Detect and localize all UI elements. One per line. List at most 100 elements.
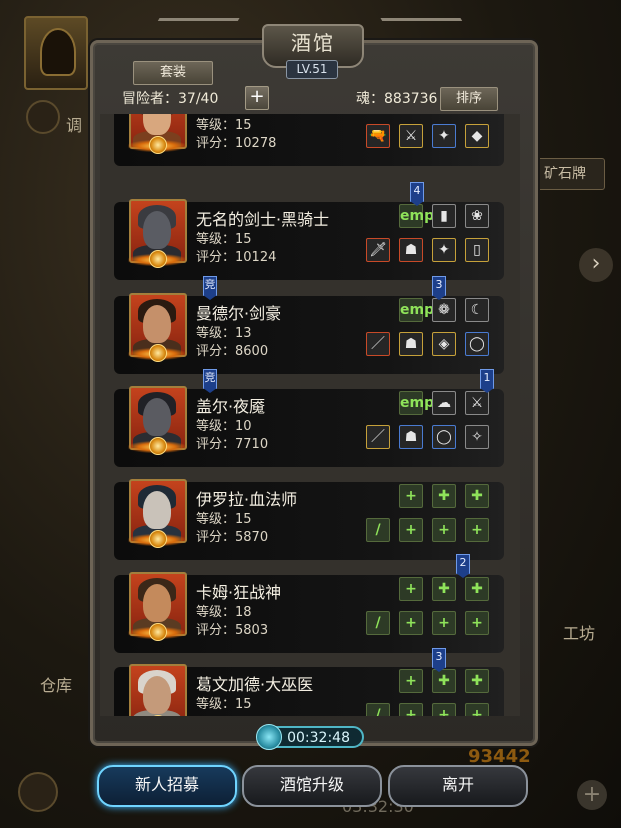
equip-slot-bottom[interactable]: + [399, 518, 423, 542]
rank-gem-icon [149, 530, 167, 548]
equip-slot-top[interactable]: ☾ [465, 298, 489, 322]
warehouse-label[interactable]: 仓库 [40, 672, 72, 696]
equip-slot-top[interactable]: empty [399, 391, 450, 415]
rank-gem-icon [149, 623, 167, 641]
tavern-timer: 00:32:48 [256, 724, 364, 750]
rank-gem-icon [149, 344, 167, 362]
equip-slot-bottom[interactable]: + [399, 611, 423, 635]
equip-slot-bottom[interactable]: + [432, 518, 456, 542]
equip-slot-bottom[interactable]: 🗡 [366, 238, 390, 262]
hero-name: 盖尔·夜魇 [196, 397, 266, 416]
hero-level: 等级：15 [196, 697, 252, 712]
page-title: 酒馆 [291, 31, 335, 55]
sort-button[interactable]: 排序 [440, 87, 498, 111]
add-adventurer-button[interactable]: + [245, 86, 269, 110]
hero-portrait [129, 664, 187, 716]
hero-card[interactable]: 盖尔·夜魇 等级：10 评分：7710 empty ☁ ⚔ ／ ☗ ◯ ✧ [114, 386, 504, 467]
equip-slot-top[interactable]: ☁ [432, 391, 456, 415]
equip-slot-top[interactable]: empty [399, 204, 450, 228]
equip-slot-top[interactable]: ✚ [465, 484, 489, 508]
equip-slot-top[interactable]: ⚔ [465, 391, 489, 415]
equip-slot-bottom[interactable]: ⚔ [399, 124, 423, 148]
link-marker-flag: 竞 [203, 369, 217, 393]
equip-slot-bottom[interactable]: + [399, 703, 423, 716]
hero-level: 等级：15 [196, 118, 252, 133]
link-marker-flag: 3 [432, 648, 446, 672]
equip-slot-top[interactable]: ✚ [465, 577, 489, 601]
workshop-label[interactable]: 工坊 [563, 620, 595, 644]
equip-slot-bottom[interactable]: ✦ [432, 238, 456, 262]
settings-gear-icon[interactable] [18, 772, 58, 812]
hero-score: 评分：10278 [196, 136, 277, 151]
hero-level: 等级：15 [196, 512, 252, 527]
rank-gem-icon [149, 136, 167, 154]
equip-slot-bottom[interactable]: ☗ [399, 238, 423, 262]
leave-button[interactable]: 离开 [388, 765, 528, 807]
equip-slot-bottom[interactable]: / [366, 518, 390, 542]
hero-score: 评分：8600 [196, 344, 269, 359]
portrait-face [143, 584, 171, 622]
hero-card[interactable]: 曼德尔·剑豪 等级：13 评分：8600 empty ❁ ☾ ／ ☗ ◈ ◯ [114, 293, 504, 374]
timer-value: 00:32:48 [287, 730, 350, 746]
portrait-face [143, 491, 171, 529]
equip-slot-bottom[interactable]: + [432, 703, 456, 716]
hero-card[interactable]: 菲比·传奇猎人等级：15评分：10278empty🏹🏹🔫⚔✦◆ [114, 114, 504, 166]
equip-slot-bottom[interactable]: + [432, 611, 456, 635]
equip-slot-top[interactable]: + [399, 577, 423, 601]
equip-slot-bottom[interactable]: ／ [366, 425, 390, 449]
equip-slot-top[interactable]: + [399, 484, 423, 508]
link-marker-flag: 竞 [203, 276, 217, 300]
equip-slot-bottom[interactable]: ☗ [399, 425, 423, 449]
link-marker-flag: 3 [432, 276, 446, 300]
equip-slot-bottom[interactable]: ◯ [465, 332, 489, 356]
hero-name: 无名的剑士·黑骑士 [196, 210, 330, 229]
equip-slot-bottom[interactable]: / [366, 703, 390, 716]
tavern-level-badge: LV.51 [286, 60, 338, 79]
rank-gem-icon [149, 437, 167, 455]
background-plus-icon[interactable]: + [577, 780, 607, 810]
equip-slot-top[interactable]: + [399, 669, 423, 693]
portrait-face [143, 676, 171, 714]
hero-card[interactable]: 伊罗拉·血法师 等级：15 评分：5870 + ✚ ✚ / + + + [114, 479, 504, 560]
hero-score: 评分：10124 [196, 250, 277, 265]
equip-slot-top[interactable]: empty [399, 298, 450, 322]
tavern-upgrade-button[interactable]: 酒馆升级 [242, 765, 382, 807]
adventurer-count: 冒险者：37/40 [122, 91, 219, 107]
equip-slot-top[interactable]: ✚ [432, 669, 456, 693]
equip-slot-top[interactable]: ✚ [432, 484, 456, 508]
equip-slot-bottom[interactable]: / [366, 611, 390, 635]
equip-slot-top[interactable]: ❀ [465, 204, 489, 228]
equip-slot-top[interactable]: ❁ [432, 298, 456, 322]
equip-slot-bottom[interactable]: ✦ [432, 124, 456, 148]
equip-slot-bottom[interactable]: ▯ [465, 238, 489, 262]
equip-slot-bottom[interactable]: 🔫 [366, 124, 390, 148]
hero-card[interactable]: 无名的剑士·黑骑士 等级：15 评分：10124 empty ▮ ❀ 🗡 ☗ ✦ ▯ [114, 199, 504, 280]
hero-card[interactable]: 葛文加德·大巫医等级：15 + ✚ ✚ / + + + [114, 664, 504, 716]
equip-slot-bottom[interactable]: + [465, 703, 489, 716]
equip-slot-top[interactable]: ✚ [432, 577, 456, 601]
equip-slot-bottom[interactable]: + [465, 611, 489, 635]
equip-slot-bottom[interactable]: ☗ [399, 332, 423, 356]
background-left-label: 调 [66, 116, 83, 135]
equip-slot-bottom[interactable]: ◯ [432, 425, 456, 449]
equip-slot-bottom[interactable]: ✧ [465, 425, 489, 449]
hero-level: 等级：13 [196, 326, 252, 341]
equip-slot-bottom[interactable]: + [465, 518, 489, 542]
portrait-face [143, 211, 171, 249]
equip-slot-bottom[interactable]: ◆ [465, 124, 489, 148]
hero-card[interactable]: 卡姆·狂战神 等级：18 评分：5803 + ✚ ✚ / + + + [114, 572, 504, 653]
hero-level: 等级：18 [196, 605, 252, 620]
equip-slot-top[interactable]: ✚ [465, 669, 489, 693]
hero-score: 评分：7710 [196, 437, 269, 452]
equip-slot-top[interactable]: ▮ [432, 204, 456, 228]
background-hero-portrait [24, 16, 88, 90]
hero-name: 葛文加德·大巫医 [196, 675, 314, 694]
set-button[interactable]: 套装 [133, 61, 213, 85]
rank-gem-icon [149, 250, 167, 268]
equip-slot-bottom[interactable]: ／ [366, 332, 390, 356]
hero-list[interactable]: 菲比·传奇猎人等级：15评分：10278empty🏹🏹🔫⚔✦◆无名的剑士·黑骑士… [100, 114, 520, 716]
next-arrow-button[interactable]: › [579, 248, 613, 282]
equip-slot-bottom[interactable]: ◈ [432, 332, 456, 356]
recruit-button[interactable]: 新人招募 [97, 765, 237, 807]
link-marker-flag: 2 [456, 554, 470, 578]
